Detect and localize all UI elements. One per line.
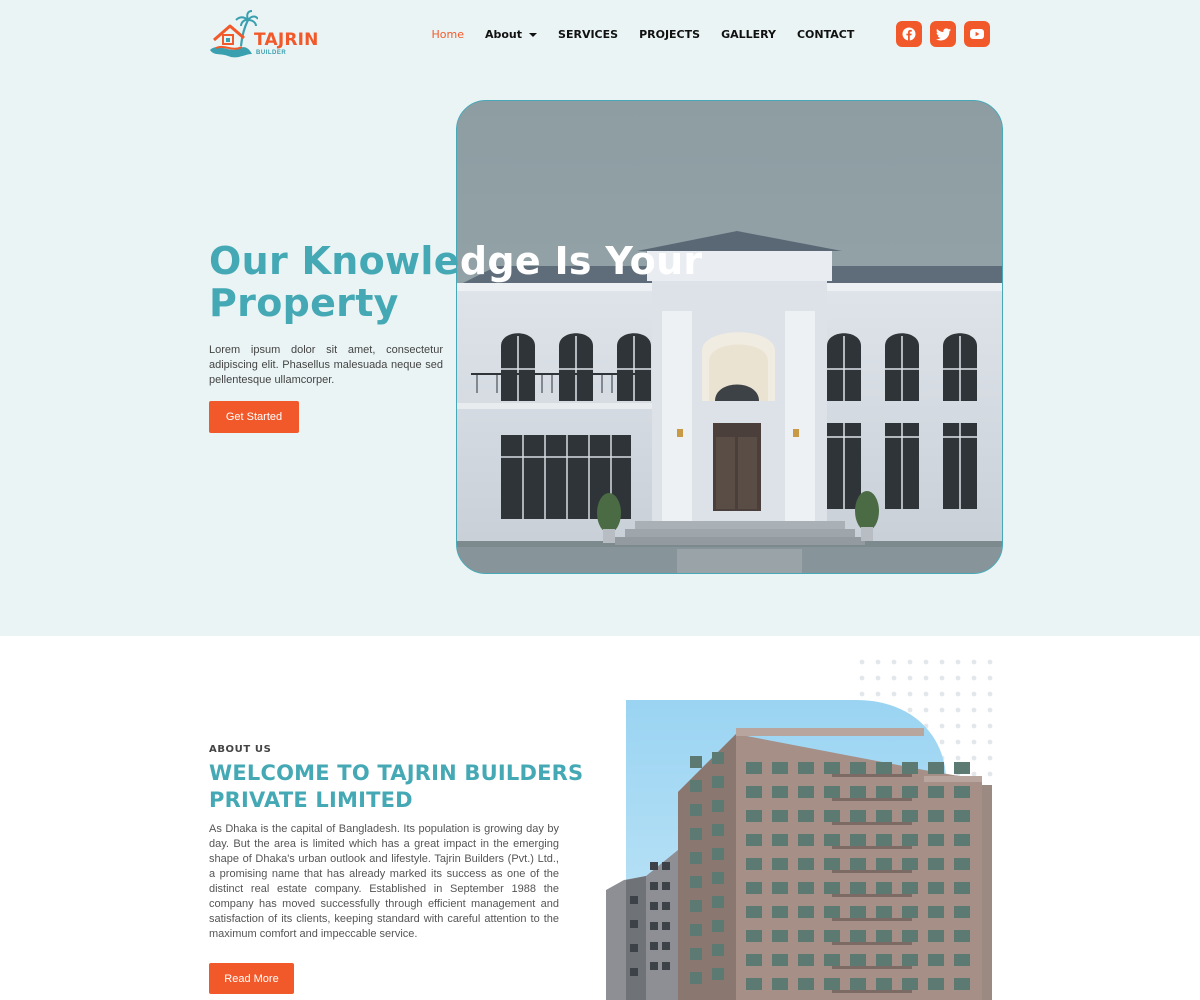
nav-about[interactable]: About xyxy=(484,27,538,41)
get-started-button[interactable]: Get Started xyxy=(209,401,299,433)
nav-contact[interactable]: CONTACT xyxy=(797,28,854,41)
hero-title-line2: Property xyxy=(209,281,399,325)
brand-logo[interactable]: TAJRIN BUILDER xyxy=(208,10,318,62)
facebook-button[interactable] xyxy=(896,21,922,47)
about-eyebrow: ABOUT US xyxy=(209,744,272,755)
chevron-down-icon xyxy=(529,32,538,37)
nav-gallery[interactable]: GALLERY xyxy=(721,28,776,41)
youtube-button[interactable] xyxy=(964,21,990,47)
hero-title: Our Knowledge Is Your Property xyxy=(209,240,769,324)
hero-house-image xyxy=(456,100,1003,574)
about-building-image xyxy=(606,700,992,1000)
about-title: WELCOME TO TAJRIN BUILDERS PRIVATE LIMIT… xyxy=(209,761,584,812)
nav-about-label: About xyxy=(484,27,523,41)
nav-services[interactable]: SERVICES xyxy=(558,28,618,41)
main-nav: Home About SERVICES PROJECTS GALLERY CON… xyxy=(421,24,865,44)
about-section: ABOUT US WELCOME TO TAJRIN BUILDERS PRIV… xyxy=(0,636,1200,1000)
nav-home[interactable]: Home xyxy=(432,28,464,41)
about-description: As Dhaka is the capital of Bangladesh. I… xyxy=(209,823,559,940)
youtube-icon xyxy=(970,29,984,39)
hero-section: TAJRIN BUILDER Home About SERVICES PROJE… xyxy=(0,0,1200,636)
read-more-button[interactable]: Read More xyxy=(209,963,294,994)
twitter-icon xyxy=(935,27,951,40)
hero-title-part2: dge Is Your xyxy=(459,239,703,283)
logo-mark-icon xyxy=(210,10,258,58)
social-links xyxy=(896,21,998,47)
hero-description: Lorem ipsum dolor sit amet, consectetur … xyxy=(209,344,443,386)
brand-name: TAJRIN xyxy=(254,30,319,50)
brand-subtitle: BUILDER xyxy=(256,50,287,56)
nav-projects[interactable]: PROJECTS xyxy=(639,28,700,41)
facebook-icon xyxy=(902,27,916,41)
twitter-button[interactable] xyxy=(930,21,956,47)
hero-title-part1: Our Knowle xyxy=(209,239,460,283)
hero-title-line1: Our Knowledge Is Your xyxy=(209,240,769,282)
